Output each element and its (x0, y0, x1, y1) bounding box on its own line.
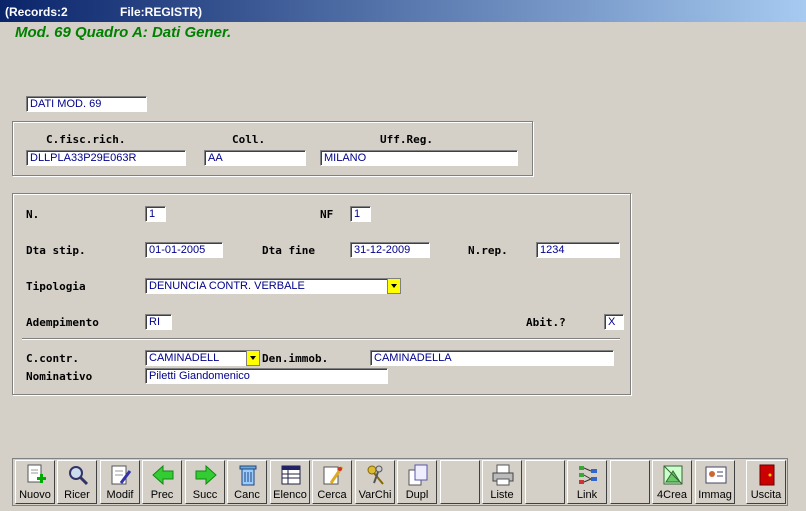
immag-button[interactable]: Immag (695, 460, 735, 504)
abit-field[interactable]: X (604, 314, 624, 330)
nrep-label: N.rep. (468, 244, 508, 257)
ccontr-label: C.contr. (26, 352, 79, 365)
denimmob-field[interactable]: CAMINADELLA (370, 350, 614, 366)
uff-reg-field[interactable]: MILANO (320, 150, 518, 166)
dta-stip-label: Dta stip. (26, 244, 86, 257)
empty-button-1[interactable] (440, 460, 480, 504)
liste-button[interactable]: Liste (482, 460, 522, 504)
image-icon (705, 466, 727, 484)
arrow-left-icon (152, 464, 174, 486)
exit-door-icon (759, 464, 775, 486)
file-name: File:REGISTR) (120, 5, 203, 19)
find-icon (323, 466, 344, 485)
dta-fine-field[interactable]: 31-12-2009 (350, 242, 430, 258)
dta-fine-label: Dta fine (262, 244, 315, 257)
divider (22, 338, 620, 340)
new-record-icon (27, 464, 46, 483)
section-name-field: DATI MOD. 69 (26, 96, 147, 112)
varchi-button[interactable]: VarChi (355, 460, 395, 504)
adempimento-label: Adempimento (26, 316, 99, 329)
records-count: (Records:2 (5, 5, 68, 19)
ccontr-select[interactable]: CAMINADELL (145, 350, 247, 366)
coll-field[interactable]: AA (204, 150, 306, 166)
page-title: Mod. 69 Quadro A: Dati Gener. (15, 24, 232, 41)
create-icon (663, 465, 683, 485)
title-bar: (Records:2 File:REGISTR) (0, 0, 806, 22)
empty-button-3[interactable] (610, 460, 650, 504)
dupl-button[interactable]: Dupl (397, 460, 437, 504)
link-button[interactable]: Link (567, 460, 607, 504)
nuovo-button[interactable]: Nuovo (15, 460, 55, 504)
ricer-button[interactable]: Ricer (57, 460, 97, 504)
dta-stip-field[interactable]: 01-01-2005 (145, 242, 223, 258)
tipologia-select[interactable]: DENUNCIA CONTR. VERBALE (145, 278, 388, 294)
duplicate-icon (408, 464, 428, 486)
abit-label: Abit.? (526, 316, 566, 329)
nrep-field[interactable]: 1234 (536, 242, 620, 258)
nominativo-label: Nominativo (26, 370, 93, 383)
keys-icon (367, 465, 384, 485)
cfisc-label: C.fisc.rich. (46, 133, 126, 146)
nf-field[interactable]: 1 (350, 206, 371, 222)
link-icon (579, 466, 597, 484)
elenco-button[interactable]: Elenco (270, 460, 310, 504)
arrow-right-icon (195, 464, 217, 486)
uff-reg-label: Uff.Reg. (380, 133, 433, 146)
denimmob-label: Den.immob. (262, 352, 329, 365)
canc-button[interactable]: Canc (227, 460, 267, 504)
registration-group (12, 121, 533, 176)
nf-label: NF (320, 208, 334, 221)
modif-button[interactable]: Modif (100, 460, 140, 504)
prec-button[interactable]: Prec (142, 460, 182, 504)
empty-button-2[interactable] (525, 460, 565, 504)
n-field[interactable]: 1 (145, 206, 166, 222)
list-icon (281, 465, 301, 485)
cfisc-field[interactable]: DLLPLA33P29E063R (26, 150, 186, 166)
ccontr-dropdown-button[interactable] (246, 350, 260, 366)
4crea-button[interactable]: 4Crea (652, 460, 692, 504)
adempimento-field[interactable]: RI (145, 314, 172, 330)
n-label: N. (26, 208, 40, 221)
edit-icon (111, 465, 132, 485)
tipologia-dropdown-button[interactable] (387, 278, 401, 294)
search-icon (69, 466, 89, 486)
nominativo-field[interactable]: Piletti Giandomenico (145, 368, 388, 384)
uscita-button[interactable]: Uscita (746, 460, 786, 504)
tipologia-label: Tipologia (26, 280, 86, 293)
printer-icon (492, 464, 514, 486)
succ-button[interactable]: Succ (185, 460, 225, 504)
cerca-button[interactable]: Cerca (312, 460, 352, 504)
trash-icon (239, 465, 257, 486)
coll-label: Coll. (232, 133, 266, 146)
